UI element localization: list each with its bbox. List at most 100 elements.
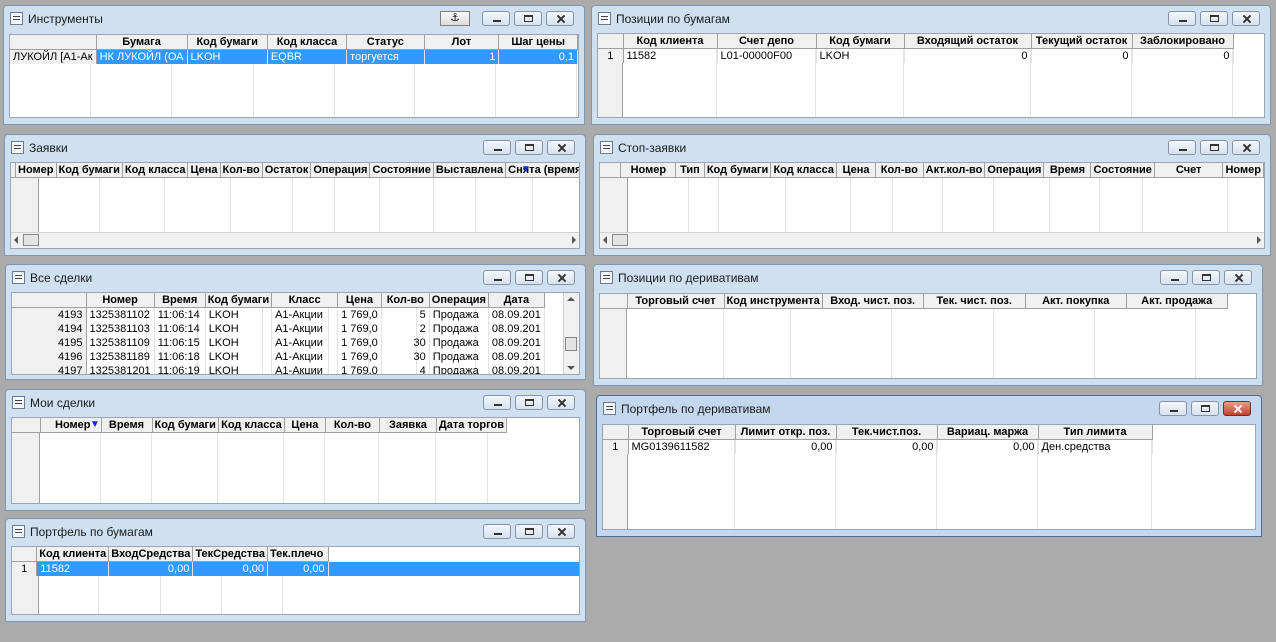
close-button[interactable] — [546, 11, 574, 26]
minimize-button[interactable] — [483, 270, 511, 285]
table-cell[interactable]: 11582 — [36, 561, 110, 576]
my-trades-window[interactable]: Мои сделки Номер Время Код бумаги Код кл… — [5, 389, 586, 511]
positions-derivatives-titlebar[interactable]: Позиции по деривативам — [594, 265, 1262, 291]
column-header[interactable]: Счет депо — [717, 34, 817, 49]
column-header[interactable]: Кол-во — [325, 418, 380, 433]
table-cell[interactable]: 0,00 — [836, 439, 938, 454]
maximize-button[interactable] — [1191, 401, 1219, 416]
minimize-button[interactable] — [1160, 270, 1188, 285]
column-header[interactable]: Код бумаги — [816, 34, 905, 49]
column-header[interactable] — [12, 547, 38, 562]
table-cell[interactable]: 1325381201 — [86, 364, 155, 374]
close-button[interactable] — [1223, 401, 1251, 416]
table-cell[interactable]: 4 — [381, 364, 430, 374]
portfolio-derivatives-window[interactable]: Портфель по деривативам Торговый счет Ли… — [596, 395, 1262, 537]
column-header[interactable]: Акт. покупка — [1025, 294, 1127, 309]
table-cell[interactable]: 0 — [904, 48, 1032, 63]
column-header[interactable] — [598, 34, 624, 49]
table-cell[interactable]: 2 — [381, 322, 430, 336]
vertical-scrollbar[interactable] — [563, 293, 579, 374]
table-cell[interactable]: ЛУКОЙЛ [А1-Ак — [10, 49, 97, 64]
column-header[interactable]: Время — [154, 293, 206, 308]
table-cell[interactable]: 11:06:14 — [154, 307, 206, 322]
stop-orders-grid[interactable]: Номер Тип Код бумаги Код класса Цена Кол… — [599, 162, 1265, 249]
orders-grid[interactable]: Номер Код бумаги Код класса Цена Кол-во … — [10, 162, 580, 249]
orders-window[interactable]: Заявки Номер Код бумаги Код класса Цена … — [4, 134, 586, 256]
column-header[interactable]: Дата торгов — [436, 418, 508, 433]
column-header[interactable]: Акт.кол-во — [923, 163, 986, 178]
table-cell[interactable]: 30 — [381, 350, 430, 364]
table-cell[interactable]: 1 — [424, 49, 500, 64]
table-cell[interactable]: Продажа — [429, 364, 489, 374]
column-header[interactable]: Лимит откр. поз. — [735, 425, 837, 440]
table-row[interactable]: 4195 1325381109 11:06:15 LKOH А1-Акции 1… — [12, 336, 545, 350]
column-header[interactable] — [600, 163, 622, 178]
column-header[interactable]: Операция — [310, 163, 371, 178]
column-header[interactable]: Класс — [271, 293, 339, 308]
table-cell[interactable]: MG0139611582 — [628, 439, 736, 454]
maximize-button[interactable] — [514, 11, 542, 26]
portfolio-securities-window[interactable]: Портфель по бумагам Код клиента ВходСред… — [5, 518, 586, 622]
table-cell[interactable]: 08.09.201 — [488, 322, 545, 336]
table-cell[interactable]: 11:06:14 — [154, 322, 206, 336]
column-header[interactable] — [12, 293, 87, 308]
column-header[interactable]: Код бумаги — [187, 35, 268, 50]
column-header[interactable]: Акт. продажа — [1126, 294, 1228, 309]
table-cell[interactable]: LKOH — [205, 307, 273, 322]
table-cell[interactable]: 5 — [381, 307, 430, 322]
table-cell[interactable]: 1 769,0 — [337, 336, 382, 350]
column-header[interactable]: Код класса — [267, 35, 348, 50]
all-trades-window[interactable]: Все сделки Номер Время Код бумаги Класс … — [5, 264, 586, 380]
column-header[interactable]: Номер — [1222, 163, 1264, 178]
positions-derivatives-grid[interactable]: Торговый счет Код инструмента Вход. чист… — [599, 293, 1257, 379]
column-header[interactable]: ТекСредства — [192, 547, 268, 562]
column-header[interactable]: Время — [1043, 163, 1092, 178]
close-button[interactable] — [547, 524, 575, 539]
stop-orders-titlebar[interactable]: Стоп-заявки — [594, 135, 1270, 161]
maximize-button[interactable] — [1192, 270, 1220, 285]
column-header[interactable]: Код класса — [122, 163, 189, 178]
maximize-button[interactable] — [515, 395, 543, 410]
column-header[interactable]: Тип — [675, 163, 705, 178]
column-header[interactable]: Номер — [86, 293, 155, 308]
table-cell[interactable]: А1-Акции — [271, 322, 339, 336]
column-header[interactable]: Номер — [620, 163, 677, 178]
column-header[interactable]: Код клиента — [36, 547, 110, 562]
table-row[interactable]: 1 11582 0,00 0,00 0,00 — [12, 561, 579, 576]
column-header[interactable]: Операция — [429, 293, 489, 308]
my-trades-titlebar[interactable]: Мои сделки — [6, 390, 585, 416]
column-header[interactable]: Состояние — [1090, 163, 1155, 178]
table-cell[interactable]: Ден.средства — [1038, 439, 1153, 454]
column-header[interactable]: Код бумаги — [205, 293, 273, 308]
column-header[interactable]: Заявка — [379, 418, 437, 433]
positions-securities-grid[interactable]: Код клиента Счет депо Код бумаги Входящи… — [597, 33, 1265, 118]
column-header[interactable]: Состояние — [369, 163, 434, 178]
table-cell[interactable]: 08.09.201 — [488, 350, 545, 364]
table-row[interactable]: 1 11582 L01-00000F00 LKOH 0 0 0 — [598, 48, 1234, 63]
table-cell[interactable]: 0,00 — [937, 439, 1039, 454]
column-header[interactable]: Вариац. маржа — [937, 425, 1039, 440]
column-header[interactable]: Код клиента — [623, 34, 718, 49]
minimize-button[interactable] — [1159, 401, 1187, 416]
minimize-button[interactable] — [1168, 11, 1196, 26]
column-header[interactable]: Снята (время) — [505, 163, 579, 178]
column-header[interactable]: Код бумаги — [704, 163, 772, 178]
table-cell[interactable]: Продажа — [429, 307, 489, 322]
minimize-button[interactable] — [483, 140, 511, 155]
scroll-up-icon[interactable] — [567, 297, 575, 301]
column-header[interactable]: Операция — [984, 163, 1045, 178]
table-cell[interactable]: LKOH — [205, 336, 273, 350]
table-cell[interactable]: Продажа — [429, 322, 489, 336]
table-cell[interactable]: 08.09.201 — [488, 307, 545, 322]
column-header[interactable]: Цена — [284, 418, 326, 433]
close-button[interactable] — [547, 140, 575, 155]
maximize-button[interactable] — [1200, 11, 1228, 26]
table-cell[interactable]: 11582 — [623, 48, 718, 63]
maximize-button[interactable] — [515, 270, 543, 285]
scroll-left-icon[interactable] — [603, 236, 607, 244]
column-header[interactable]: Цена — [337, 293, 382, 308]
column-header[interactable] — [603, 425, 629, 440]
table-cell[interactable]: 0,00 — [108, 561, 194, 576]
positions-derivatives-window[interactable]: Позиции по деривативам Торговый счет Код… — [593, 264, 1263, 386]
table-cell[interactable]: LKOH — [187, 49, 268, 64]
